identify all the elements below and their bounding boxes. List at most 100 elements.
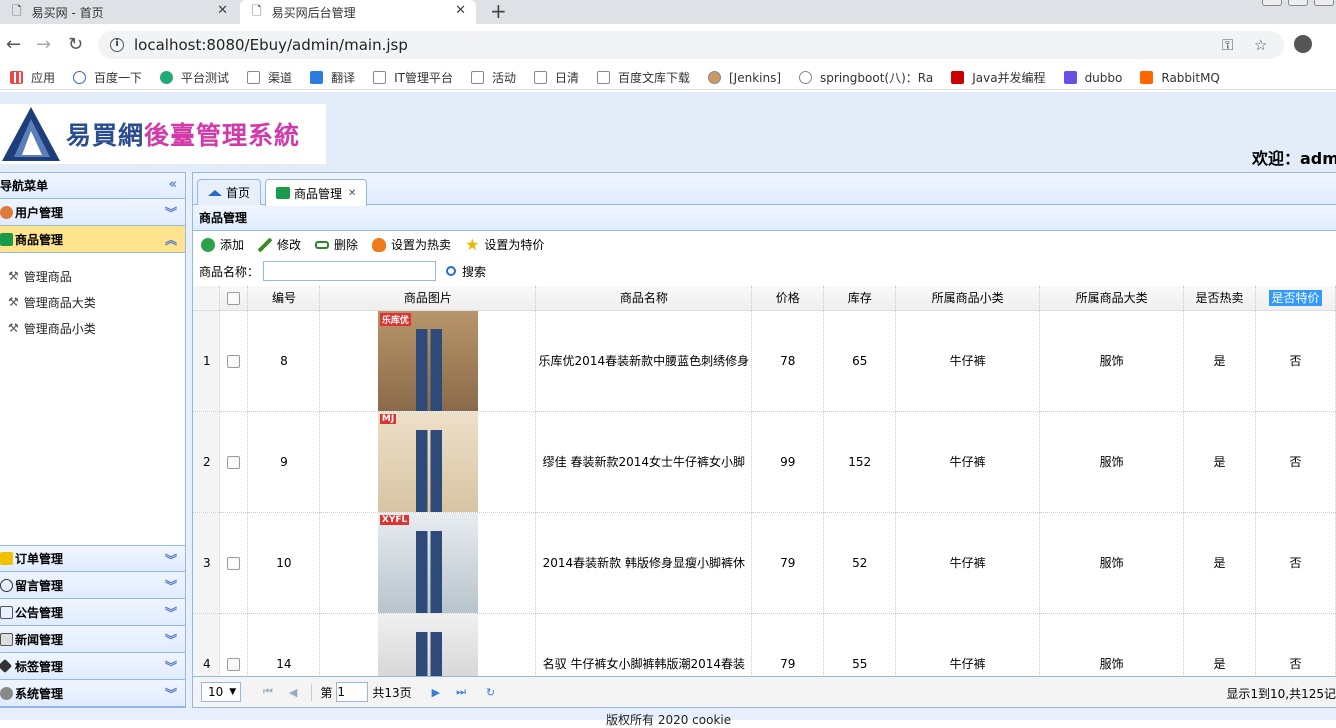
special-cell: 否 (1255, 512, 1336, 614)
column-header[interactable]: 所属商品小类 (895, 286, 1041, 311)
row-select-cell[interactable] (219, 613, 249, 676)
nav-section-system[interactable]: 系统管理 ︾ (0, 680, 185, 707)
bookmark-item[interactable]: 平台测试 (160, 69, 229, 86)
image-brand-label: 乐库优 (379, 312, 411, 326)
row-checkbox[interactable] (227, 455, 241, 469)
id-cell: 14 (247, 613, 321, 676)
big-category-cell: 服饰 (1039, 411, 1185, 513)
product-image (377, 613, 478, 676)
nav-item-manage-products[interactable]: ⚒ 管理商品 (0, 263, 185, 289)
bookmark-item[interactable]: IT管理平台 (373, 69, 453, 86)
back-icon[interactable]: ← (6, 34, 21, 55)
info-icon[interactable]: i (110, 38, 124, 52)
product-name-text: 名驭 牛仔裤女小脚裤韩版潮2014春装 (542, 657, 745, 671)
page-number-input[interactable] (336, 682, 369, 702)
set-special-button[interactable]: ★ 设置为特价 (465, 236, 544, 253)
row-checkbox[interactable] (227, 657, 241, 671)
column-header[interactable]: 价格 (751, 286, 825, 311)
bookmark-item[interactable]: 翻译 (310, 69, 355, 86)
price-text: 78 (780, 353, 796, 368)
delete-button[interactable]: 删除 (315, 236, 358, 253)
column-header[interactable]: 是否特价 (1255, 286, 1336, 311)
tab-home[interactable]: 首页 (197, 179, 262, 205)
bookmark-item[interactable]: 百度文库下载 (596, 69, 690, 86)
nav-section-products[interactable]: 商品管理 ︽ (0, 226, 185, 253)
table-row[interactable]: 2 9 MJ 缪佳 春装新款2014女士牛仔裤女小脚 99 152 牛仔裤 服饰 是 否 (193, 411, 1336, 513)
browser-tab-admin[interactable]: 🗋 易买网后台管理 ✕ (240, 0, 476, 24)
reload-icon[interactable]: ↻ (68, 34, 83, 55)
bookmark-item[interactable]: RabbitMQ (1140, 71, 1220, 85)
nav-section-news[interactable]: 新闻管理 ︾ (0, 626, 185, 653)
column-header[interactable]: 所属商品大类 (1039, 286, 1185, 311)
page-size-select[interactable]: 10 ▼ (201, 682, 241, 702)
nav-section-orders[interactable]: 订单管理 ︾ (0, 545, 185, 572)
close-icon[interactable]: ✕ (348, 188, 356, 199)
search-row: 商品名称： 搜索 (193, 258, 1336, 284)
nav-section-messages[interactable]: 留言管理 ︾ (0, 572, 185, 599)
row-select-cell[interactable] (219, 310, 249, 412)
nav-section-users[interactable]: 用户管理 ︾ (0, 199, 185, 226)
browser-tabstrip: 🗋 易买网 - 首页 ✕ 🗋 易买网后台管理 ✕ + (0, 0, 1336, 24)
column-header[interactable]: 商品图片 (319, 286, 537, 311)
prev-page-icon[interactable]: ◀ (289, 686, 297, 699)
jeans-shape (415, 530, 442, 612)
refresh-icon[interactable]: ↻ (486, 686, 495, 699)
close-icon[interactable]: ✕ (217, 3, 228, 18)
set-hot-button[interactable]: 设置为热卖 (372, 236, 451, 253)
new-tab-button[interactable]: + (490, 0, 507, 22)
id-cell: 8 (247, 310, 321, 412)
close-icon[interactable]: ✕ (455, 3, 466, 18)
bookmark-item[interactable]: 渠道 (247, 69, 292, 86)
next-page-icon[interactable]: ▶ (432, 686, 440, 699)
column-header[interactable]: 编号 (247, 286, 321, 311)
bookmark-apps[interactable]: 应用 (10, 69, 55, 86)
bookmark-item[interactable]: 活动 (470, 69, 516, 86)
price-cell: 79 (751, 613, 825, 676)
table-row[interactable]: 3 10 XYFL 2014春装新款 韩版修身显瘦小脚裤休 79 52 牛仔裤 服饰 是 否 (193, 512, 1336, 614)
small-category-cell: 牛仔裤 (895, 411, 1041, 513)
browser-tab-home[interactable]: 🗋 易买网 - 首页 ✕ (0, 0, 238, 24)
column-header[interactable]: 库存 (823, 286, 897, 311)
product-name-input[interactable] (263, 261, 437, 281)
table-row[interactable]: 1 8 乐库优 乐库优2014春装新款中腰蓝色刺绣修身 78 65 牛仔裤 服饰 是 否 (193, 310, 1336, 412)
folder-icon (0, 552, 13, 565)
maximize-button[interactable] (1288, 0, 1308, 6)
bookmark-item[interactable]: springboot(八)：Ra (799, 69, 933, 86)
nav-section-tags[interactable]: 标签管理 ︾ (0, 653, 185, 680)
chevron-down-icon: ︾ (164, 553, 177, 567)
account-icon[interactable] (1294, 35, 1312, 53)
row-select-cell[interactable] (219, 512, 249, 614)
column-header[interactable]: 是否热卖 (1183, 286, 1256, 311)
bookmark-item[interactable]: Java并发编程 (951, 69, 1046, 86)
star-icon[interactable]: ☆ (1254, 36, 1267, 54)
row-checkbox[interactable] (227, 354, 241, 368)
edit-button[interactable]: 修改 (258, 236, 301, 253)
chevron-down-icon: ︾ (164, 633, 177, 647)
table-row[interactable]: 4 14 名驭 牛仔裤女小脚裤韩版潮2014春装 79 55 牛仔裤 服饰 是 否 (193, 613, 1336, 676)
first-page-icon[interactable]: ⏮ (263, 685, 273, 699)
tab-product-management[interactable]: 商品管理 ✕ (265, 179, 368, 206)
nav-item-manage-big-category[interactable]: ⚒ 管理商品大类 (0, 289, 185, 315)
row-select-cell[interactable] (219, 411, 249, 513)
key-icon[interactable]: ⚿ (1222, 36, 1233, 54)
add-button[interactable]: 添加 (201, 236, 244, 253)
search-button[interactable]: 搜索 (446, 263, 486, 280)
bookmark-item[interactable]: dubbo (1063, 71, 1122, 85)
column-header[interactable]: 商品名称 (535, 286, 753, 311)
select-all-checkbox[interactable] (227, 291, 241, 305)
window-close-button[interactable] (1314, 0, 1334, 6)
url-field[interactable]: i localhost:8080/Ebuy/admin/main.jsp ⚿ ☆ (98, 31, 1284, 59)
minimize-button[interactable] (1262, 0, 1282, 6)
last-page-icon[interactable]: ⏭ (456, 685, 466, 699)
bookmark-item[interactable]: 百度一下 (73, 69, 142, 86)
chevron-down-icon: ︾ (164, 579, 177, 593)
row-checkbox[interactable] (227, 556, 241, 570)
collapse-icon[interactable]: « (169, 177, 177, 192)
nav-item-manage-small-category[interactable]: ⚒ 管理商品小类 (0, 315, 185, 341)
bookmark-item[interactable]: [Jenkins] (708, 71, 781, 85)
big-category-text: 服饰 (1099, 556, 1124, 570)
forward-icon[interactable]: → (36, 34, 51, 55)
stock-cell: 52 (823, 512, 897, 614)
bookmark-item[interactable]: 日清 (533, 69, 579, 86)
nav-section-notices[interactable]: 公告管理 ︾ (0, 599, 185, 626)
